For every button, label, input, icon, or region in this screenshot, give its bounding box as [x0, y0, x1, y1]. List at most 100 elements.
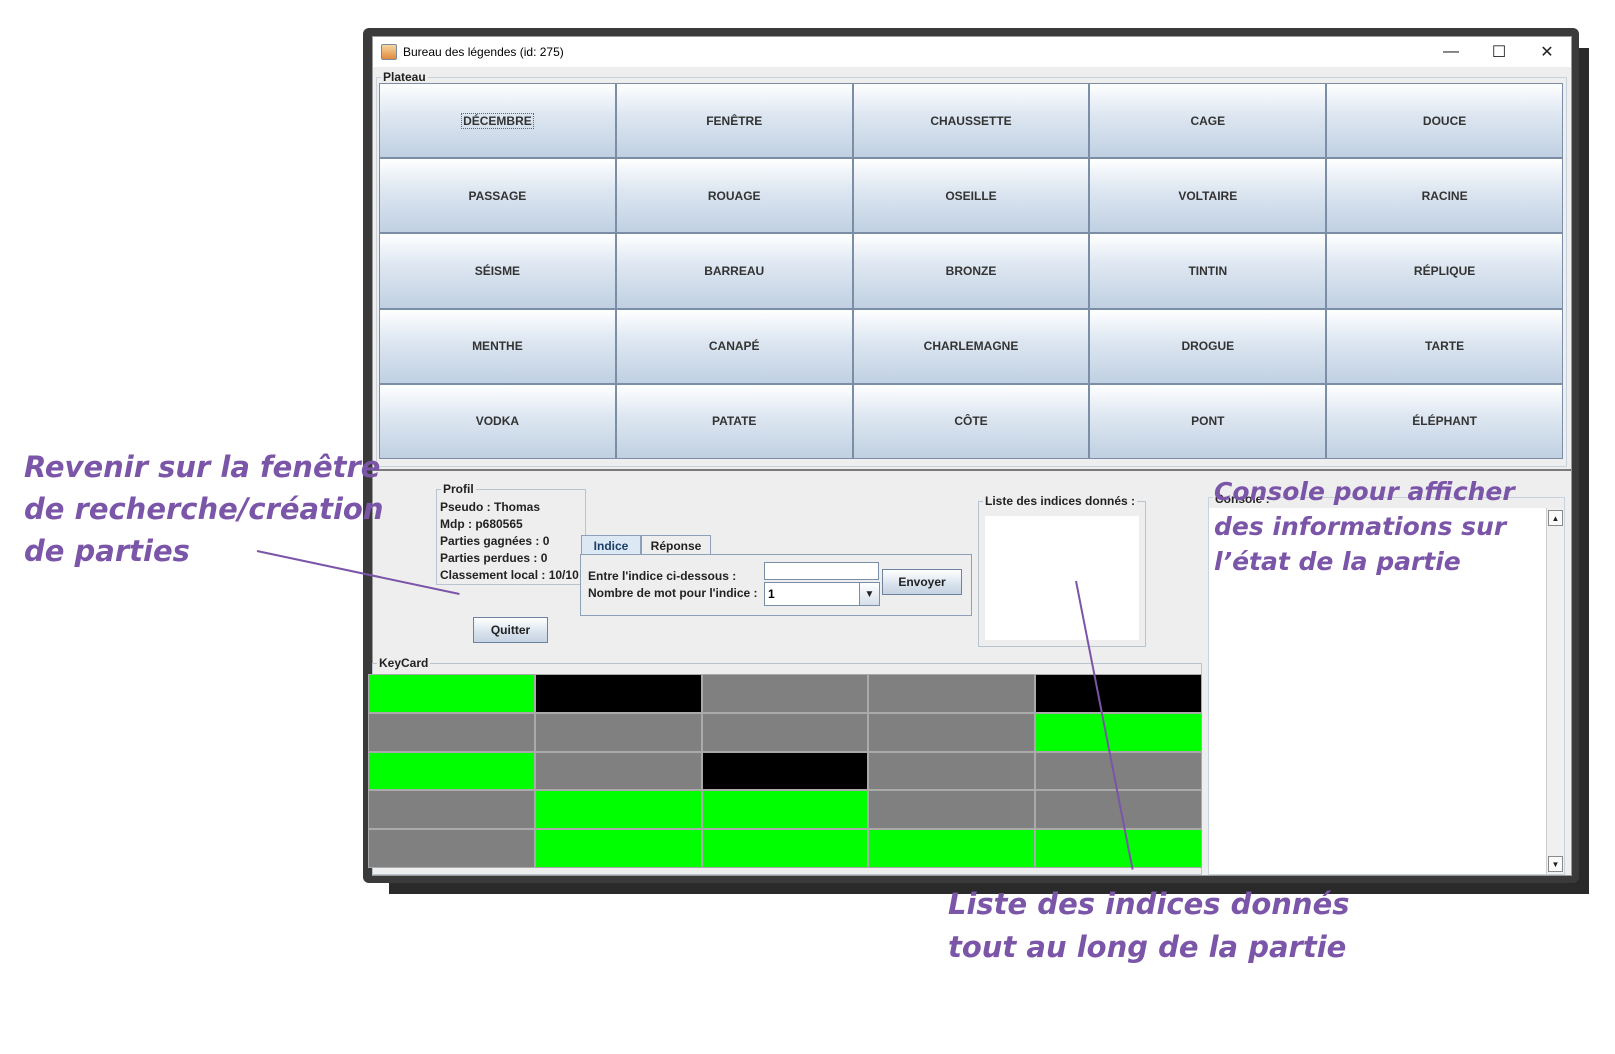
annotation-console-line-1: Console pour afficher: [1214, 477, 1515, 506]
profile-label: Profil: [441, 482, 476, 496]
word-card-label: PATATE: [711, 414, 757, 429]
keycard-cell-gray: [368, 790, 535, 830]
word-card-label: RACINE: [1421, 188, 1468, 203]
word-card[interactable]: CHAUSSETTE: [852, 83, 1090, 159]
java-app-icon: [381, 44, 397, 60]
word-card[interactable]: RÉPLIQUE: [1326, 233, 1563, 309]
profile-pseudo: Pseudo : Thomas: [440, 500, 541, 514]
keycard-cell-gray: [368, 829, 535, 868]
word-card-label: PONT: [1191, 414, 1225, 429]
word-card-label: PASSAGE: [468, 188, 527, 203]
console-scrollbar[interactable]: ▲ ▼: [1546, 508, 1564, 874]
word-card-label: SÉISME: [474, 263, 521, 278]
word-card-label: CAGE: [1190, 113, 1226, 128]
word-card[interactable]: DOUCE: [1326, 83, 1563, 159]
word-card[interactable]: CÔTE: [852, 383, 1090, 459]
keycard-cell-green: [701, 829, 869, 868]
word-card[interactable]: RACINE: [1326, 158, 1563, 234]
scroll-up-icon[interactable]: ▲: [1548, 510, 1563, 526]
word-card[interactable]: CAGE: [1089, 83, 1327, 159]
send-button[interactable]: Envoyer: [882, 569, 962, 595]
word-card[interactable]: CANAPÉ: [615, 308, 853, 384]
word-card[interactable]: DROGUE: [1089, 308, 1327, 384]
annotation-quit: Revenir sur la fenêtre de recherche/créa…: [24, 446, 384, 572]
hints-list[interactable]: [985, 516, 1139, 640]
annotation-console-line-3: l’état de la partie: [1214, 547, 1461, 576]
quit-button[interactable]: Quitter: [473, 617, 548, 643]
word-card[interactable]: SÉISME: [379, 233, 616, 309]
keycard-cell-gray: [868, 712, 1036, 752]
annotation-hints-line-1: Liste des indices donnés: [948, 887, 1350, 921]
word-card-label: CANAPÉ: [708, 339, 760, 354]
word-card-label: VODKA: [475, 414, 520, 429]
profile-games-lost: Parties perdues : 0: [440, 551, 548, 565]
annotation-console: Console pour afficher des informations s…: [1214, 474, 1515, 579]
keycard-cell-green: [1035, 829, 1202, 868]
keycard-cell-gray: [1035, 751, 1202, 791]
word-card[interactable]: FENÊTRE: [615, 83, 853, 159]
tab-clue[interactable]: Indice: [581, 535, 641, 555]
word-card-label: DÉCEMBRE: [461, 112, 534, 129]
window-title: Bureau des légendes (id: 275): [403, 45, 564, 59]
keycard-cell-green: [368, 751, 535, 791]
profile-password: Mdp : p680565: [440, 517, 523, 531]
annotation-quit-line-1: Revenir sur la fenêtre: [24, 450, 381, 484]
hints-group: Liste des indices donnés :: [978, 494, 1146, 647]
annotation-hints: Liste des indices donnés tout au long de…: [948, 883, 1350, 969]
word-card-label: ÉLÉPHANT: [1412, 414, 1477, 429]
word-count-select[interactable]: 1 ▼: [764, 582, 880, 606]
keycard-cell-black: [1035, 674, 1202, 713]
word-card[interactable]: OSEILLE: [852, 158, 1090, 234]
word-card[interactable]: PONT: [1089, 383, 1327, 459]
word-card[interactable]: MENTHE: [379, 308, 616, 384]
keycard-cell-black: [701, 751, 869, 791]
word-card[interactable]: VOLTAIRE: [1089, 158, 1327, 234]
keycard-cell-gray: [368, 712, 535, 752]
word-card[interactable]: ROUAGE: [615, 158, 853, 234]
word-card[interactable]: PATATE: [615, 383, 853, 459]
word-card-label: MENTHE: [472, 339, 523, 354]
tab-answer[interactable]: Réponse: [641, 535, 711, 555]
section-divider: [373, 469, 1571, 471]
word-card-label: VOLTAIRE: [1178, 188, 1238, 203]
clue-input[interactable]: [764, 562, 879, 580]
keycard-cell-green: [534, 829, 702, 868]
word-card[interactable]: VODKA: [379, 383, 616, 459]
annotation-hints-line-2: tout au long de la partie: [948, 930, 1347, 964]
annotation-console-line-2: des informations sur: [1214, 512, 1507, 541]
word-card-label: BARREAU: [704, 263, 765, 278]
word-card-label: TINTIN: [1188, 263, 1228, 278]
profile-local-rank: Classement local : 10/10: [440, 568, 579, 582]
word-card[interactable]: BRONZE: [852, 233, 1090, 309]
word-card[interactable]: BARREAU: [615, 233, 853, 309]
word-card[interactable]: ÉLÉPHANT: [1326, 383, 1563, 459]
word-card[interactable]: TARTE: [1326, 308, 1563, 384]
keycard-cell-green: [368, 674, 535, 713]
title-bar: Bureau des légendes (id: 275) — ☐ ✕: [373, 37, 1571, 67]
word-card[interactable]: PASSAGE: [379, 158, 616, 234]
board-label: Plateau: [381, 70, 428, 84]
word-card[interactable]: CHARLEMAGNE: [852, 308, 1090, 384]
minimize-icon[interactable]: —: [1427, 37, 1475, 67]
close-icon[interactable]: ✕: [1523, 37, 1571, 67]
scroll-down-icon[interactable]: ▼: [1548, 856, 1563, 872]
word-card-label: CHAUSSETTE: [930, 113, 1012, 128]
word-card[interactable]: TINTIN: [1089, 233, 1327, 309]
word-card-label: DROGUE: [1181, 339, 1235, 354]
profile-group: Profil Pseudo : Thomas Mdp : p680565 Par…: [436, 482, 586, 585]
word-count-label: Nombre de mot pour l'indice :: [588, 586, 758, 600]
word-card-label: RÉPLIQUE: [1413, 263, 1476, 278]
word-card-label: BRONZE: [945, 263, 997, 278]
clue-label: Entre l'indice ci-dessous :: [588, 569, 737, 583]
word-card[interactable]: DÉCEMBRE: [379, 83, 616, 159]
keycard-cell-gray: [868, 751, 1036, 791]
word-card-label: DOUCE: [1422, 113, 1467, 128]
profile-games-won: Parties gagnées : 0: [440, 534, 550, 548]
word-count-value: 1: [768, 587, 775, 601]
annotation-quit-line-2: de recherche/création: [24, 492, 384, 526]
keycard-cell-green: [534, 790, 702, 830]
keycard-cell-green: [1035, 712, 1202, 752]
word-board: DÉCEMBRE FENÊTRE CHAUSSETTE CAGE DOUCE PASSAG…: [379, 83, 1563, 459]
maximize-icon[interactable]: ☐: [1475, 37, 1523, 67]
chevron-down-icon[interactable]: ▼: [859, 583, 879, 605]
